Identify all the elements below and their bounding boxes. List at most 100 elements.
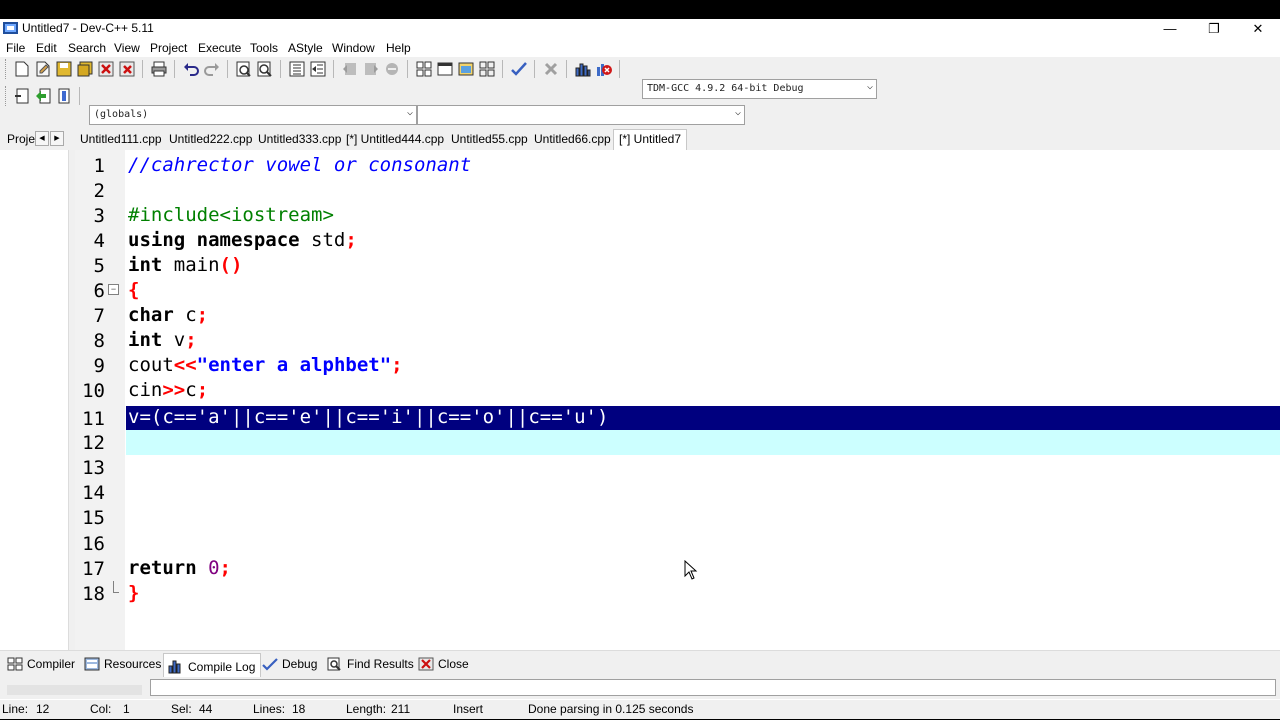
- undo-button[interactable]: [180, 59, 201, 80]
- menu-window[interactable]: Window: [332, 41, 375, 55]
- code-editor[interactable]: 1 //cahrector vowel or consonant 2 3 #in…: [75, 150, 1280, 650]
- cascade-button[interactable]: [476, 59, 497, 80]
- status-lines-label: Lines:: [253, 702, 286, 716]
- menu-file[interactable]: File: [6, 41, 25, 55]
- status-line-value: 12: [36, 702, 50, 716]
- toolbar-separator: [174, 60, 175, 78]
- save-all-button[interactable]: [74, 59, 95, 80]
- tab-resources[interactable]: Resources: [84, 657, 161, 671]
- tab-untitled222[interactable]: Untitled222.cpp: [169, 132, 252, 146]
- menu-help[interactable]: Help: [386, 41, 411, 55]
- close-icon: [418, 657, 434, 671]
- tile-button[interactable]: [455, 59, 476, 80]
- tab-untitled444[interactable]: [*] Untitled444.cpp: [346, 132, 444, 146]
- tab-untitled111[interactable]: Untitled111.cpp: [80, 132, 162, 146]
- menu-project[interactable]: Project: [150, 41, 187, 55]
- save-button[interactable]: [53, 59, 74, 80]
- toolbar-separator: [333, 60, 334, 78]
- current-line: 12: [82, 430, 1280, 455]
- check-icon: [262, 658, 278, 671]
- tab-debug[interactable]: Debug: [262, 657, 317, 671]
- tab-close[interactable]: Close: [418, 657, 469, 671]
- compiler-select[interactable]: TDM-GCC 4.9.2 64-bit Debug ⌵: [642, 79, 877, 99]
- new-file-button[interactable]: [11, 59, 32, 80]
- project-pane: [0, 150, 69, 650]
- code-line: 18 }: [75, 581, 1280, 606]
- toolbar-separator: [566, 60, 567, 78]
- function-select[interactable]: ⌵: [417, 105, 745, 125]
- open-file-button[interactable]: [32, 59, 53, 80]
- window-icon: [437, 62, 452, 76]
- project-pane-tab[interactable]: Proje: [7, 132, 35, 146]
- menu-execute[interactable]: Execute: [198, 41, 241, 55]
- line-number: 3: [93, 205, 105, 227]
- replace-button[interactable]: [254, 59, 275, 80]
- toolbar-grip[interactable]: [5, 86, 8, 106]
- arrow-right-icon: [364, 63, 378, 75]
- find-button[interactable]: [233, 59, 254, 80]
- goto-bookmark-button[interactable]: [53, 86, 74, 107]
- tab-label: Resources: [104, 657, 162, 671]
- tab-scroll-left-button[interactable]: ◀: [35, 131, 49, 146]
- menu-edit[interactable]: Edit: [36, 41, 57, 55]
- code-text: int main(): [128, 254, 243, 276]
- new-file-icon: [15, 61, 28, 77]
- status-length-label: Length:: [346, 702, 387, 716]
- status-bar: Line: 12 Col: 1 Sel: 44 Lines: 18 Length…: [0, 700, 1280, 719]
- scope-select[interactable]: (globals) ⌵: [89, 105, 417, 125]
- insert-button[interactable]: [11, 86, 32, 107]
- print-icon: [151, 61, 166, 77]
- tab-untitled7[interactable]: [*] Untitled7: [613, 129, 688, 150]
- tab-compiler[interactable]: Compiler: [7, 657, 75, 671]
- stop-execution-button[interactable]: [540, 59, 561, 80]
- tab-scroll-right-button[interactable]: ▶: [50, 131, 64, 146]
- tab-compile-log[interactable]: Compile Log: [163, 653, 262, 677]
- tab-untitled55[interactable]: Untitled55.cpp: [451, 132, 528, 146]
- print-button[interactable]: [148, 59, 169, 80]
- fold-collapse-icon[interactable]: −: [108, 284, 119, 295]
- tab-label: Find Results: [347, 657, 414, 671]
- goto-line-button[interactable]: [381, 59, 402, 80]
- compiler-grid-icon: [7, 657, 23, 671]
- tab-untitled66[interactable]: Untitled66.cpp: [534, 132, 611, 146]
- profile-button[interactable]: [572, 59, 593, 80]
- tile-icon: [458, 62, 473, 76]
- menu-astyle[interactable]: AStyle: [288, 41, 323, 55]
- unindent-button[interactable]: [307, 59, 328, 80]
- toolbar-grip[interactable]: [5, 59, 8, 79]
- code-line: 17 return 0;: [75, 556, 1280, 581]
- scope-select-value: (globals): [94, 109, 149, 120]
- tab-find-results[interactable]: Find Results: [327, 657, 414, 671]
- status-message: Done parsing in 0.125 seconds: [528, 702, 694, 716]
- window-title: Untitled7 - Dev-C++ 5.11: [22, 21, 154, 35]
- chevron-down-icon: ⌵: [866, 81, 873, 92]
- close-window-button[interactable]: ✕: [1236, 19, 1280, 38]
- save-icon: [56, 61, 71, 77]
- menu-view[interactable]: View: [114, 41, 140, 55]
- restore-button[interactable]: ❐: [1192, 19, 1236, 38]
- code-line: 10 cin>>c;: [75, 378, 1280, 403]
- close-all-button[interactable]: [116, 59, 137, 80]
- line-number: 15: [82, 507, 105, 529]
- toggle-bookmark-button[interactable]: [32, 86, 53, 107]
- line-number: 14: [82, 482, 105, 504]
- cross-icon: [544, 62, 557, 76]
- bookmark-next-button[interactable]: [360, 59, 381, 80]
- close-file-button[interactable]: [95, 59, 116, 80]
- project-manager-button[interactable]: [413, 59, 434, 80]
- line-number: 13: [82, 457, 105, 479]
- menu-search[interactable]: Search: [68, 41, 106, 55]
- syntax-check-button[interactable]: [508, 59, 529, 80]
- bookmark-prev-button[interactable]: [339, 59, 360, 80]
- redo-button[interactable]: [201, 59, 222, 80]
- log-output-field[interactable]: [150, 679, 1276, 696]
- status-lines-value: 18: [292, 702, 306, 716]
- tab-untitled333[interactable]: Untitled333.cpp: [258, 132, 341, 146]
- menu-tools[interactable]: Tools: [250, 41, 278, 55]
- delete-profile-button[interactable]: [593, 59, 614, 80]
- indent-button[interactable]: [286, 59, 307, 80]
- arrow-right-icon: ▶: [54, 135, 60, 142]
- fullscreen-button[interactable]: [434, 59, 455, 80]
- minimize-button[interactable]: —: [1148, 19, 1192, 38]
- main-toolbar: [2, 56, 625, 82]
